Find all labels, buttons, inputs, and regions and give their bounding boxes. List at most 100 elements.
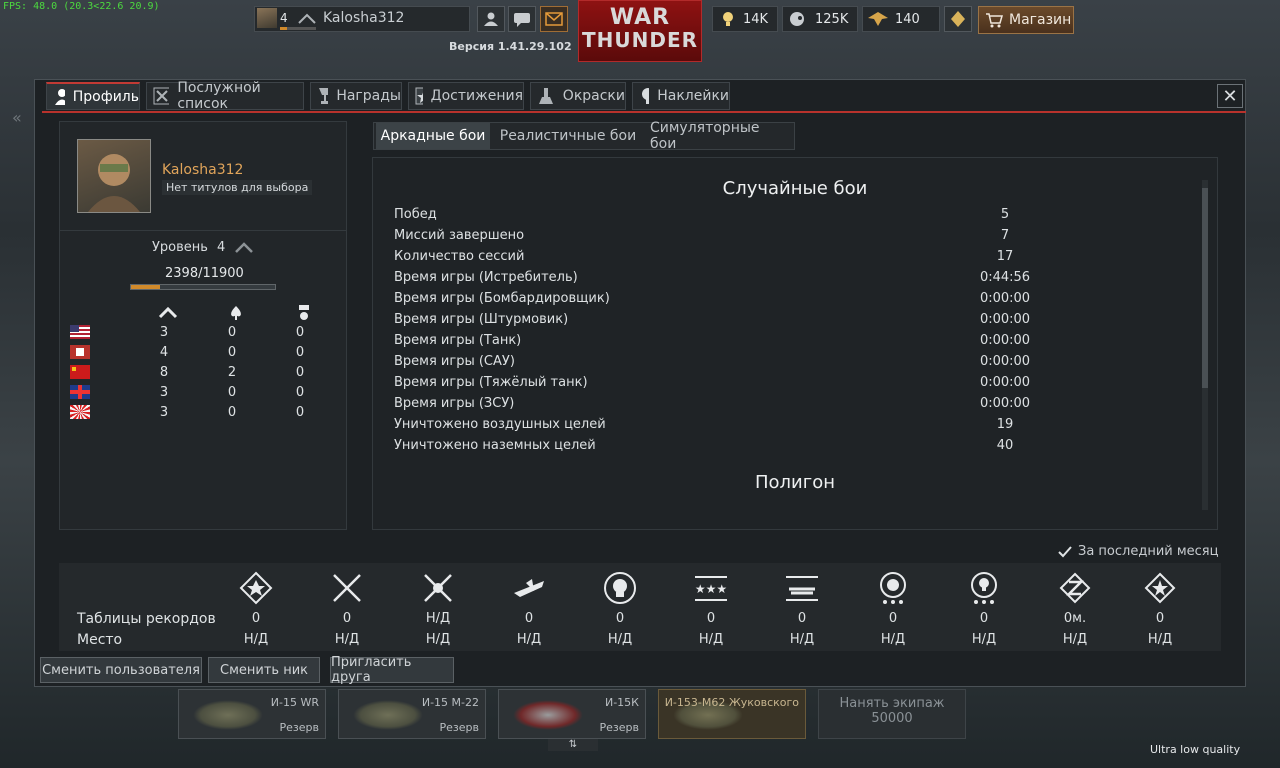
britain-medals: 0 — [295, 385, 305, 400]
version-label: Версия 1.41.29.102 — [449, 40, 572, 53]
research-points-value: 14K — [743, 11, 769, 27]
leaderboard-place: Н/Д — [1062, 632, 1088, 647]
tab-service-record[interactable]: Послужной список — [146, 80, 304, 112]
premium-button[interactable] — [944, 6, 972, 32]
shop-button[interactable]: Магазин — [978, 6, 1074, 34]
slot-switch-icon[interactable]: ⇅ — [548, 739, 598, 751]
chat-button[interactable] — [508, 6, 536, 32]
hire-crew-slot[interactable]: Нанять экипаж 50000 — [818, 689, 966, 739]
britain-rank: 3 — [159, 385, 169, 400]
lion-icon — [876, 571, 910, 605]
vehicle-slot[interactable]: И-153-М62 Жуковского — [658, 689, 806, 739]
quality-label: Ultra low quality — [1150, 743, 1241, 756]
stat-value: 0:00:00 — [979, 375, 1031, 390]
record-icon — [153, 87, 170, 105]
profile-title[interactable]: Нет титулов для выбора — [162, 180, 313, 195]
tab-realistic[interactable]: Реалистичные бои — [498, 123, 638, 149]
tab-decals[interactable]: Наклейки — [632, 82, 730, 110]
mail-button[interactable] — [540, 6, 568, 32]
stat-label: Побед — [394, 207, 437, 222]
stat-value: 0:00:00 — [979, 354, 1031, 369]
golden-eagles-box[interactable]: 140 — [862, 6, 940, 32]
stat-label: Время игры (Штурмовик) — [394, 312, 569, 327]
vehicle-status: Резерв — [439, 721, 479, 734]
left-arrow-icon[interactable]: « — [12, 108, 22, 127]
last-month-checkbox[interactable]: За последний месяц — [1058, 544, 1218, 559]
eagle-icon — [868, 12, 888, 26]
leaderboard-place: Н/Д — [880, 632, 906, 647]
xp-text: 2398/11900 — [165, 266, 244, 281]
stat-label: Уничтожено наземных целей — [394, 438, 596, 453]
vehicle-slot[interactable]: И-15К Резерв — [498, 689, 646, 739]
vehicle-status: Резерв — [279, 721, 319, 734]
avatar[interactable] — [77, 139, 151, 213]
victories-icon — [239, 571, 273, 605]
fps-counter: FPS: 48.0 (20.3<22.6 20.9) — [3, 1, 160, 12]
level-value: 4 — [217, 240, 226, 255]
stat-value: 40 — [996, 438, 1014, 453]
stat-value: 19 — [996, 417, 1014, 432]
change-nick-button[interactable]: Сменить ник — [208, 657, 320, 683]
xp-fill — [131, 285, 161, 289]
close-icon: ✕ — [1222, 85, 1238, 107]
tab-awards[interactable]: Награды — [310, 82, 402, 110]
war-thunder-logo: WAR THUNDER — [578, 0, 702, 62]
change-user-button[interactable]: Сменить пользователя — [40, 657, 202, 683]
leaderboard-value: 0 — [979, 611, 989, 626]
leaderboard-value: 0 — [524, 611, 534, 626]
section-title-random-battles: Случайные бои — [722, 178, 868, 199]
vehicle-slot[interactable]: И-15 М-22 Резерв — [338, 689, 486, 739]
japan-medals: 0 — [295, 405, 305, 420]
awards-icon — [319, 88, 329, 104]
usa-medals: 0 — [295, 325, 305, 340]
stat-label: Миссий завершено — [394, 228, 525, 243]
vehicle-slot[interactable]: И-15 WR Резерв — [178, 689, 326, 739]
close-button[interactable]: ✕ — [1217, 84, 1243, 108]
silver-lions-box: 125K — [782, 6, 858, 32]
invite-friend-button[interactable]: Пригласить друга — [330, 655, 454, 685]
stat-value: 0:00:00 — [979, 396, 1031, 411]
divider — [59, 230, 347, 231]
envelope-icon — [545, 12, 563, 26]
vehicle-name: И-15 М-22 — [421, 696, 479, 709]
japan-flag-icon — [70, 405, 90, 419]
tab-profile[interactable]: Профиль — [46, 82, 140, 110]
leaderboard-place: Н/Д — [971, 632, 997, 647]
decals-icon — [642, 88, 650, 104]
tab-simulator[interactable]: Симуляторные бои — [650, 120, 790, 152]
stat-value: 5 — [1000, 207, 1010, 222]
usa-flag-icon — [70, 325, 90, 339]
stat-value: 0:00:00 — [979, 333, 1031, 348]
leaderboard-place: Н/Д — [607, 632, 633, 647]
tab-achievements[interactable]: Достижения — [408, 82, 524, 110]
tab-skins[interactable]: Окраски — [530, 82, 626, 110]
ussr-rank: 8 — [159, 365, 169, 380]
vehicle-status: Резерв — [599, 721, 639, 734]
leaderboard-value: Н/Д — [425, 611, 451, 626]
logo-bottom-text: THUNDER — [581, 28, 699, 52]
stat-label: Время игры (САУ) — [394, 354, 515, 369]
tab-arcade[interactable]: Аркадные бои — [376, 123, 490, 149]
tab-service-record-label: Послужной список — [177, 80, 261, 112]
leaderboard-place: Н/Д — [334, 632, 360, 647]
contacts-button[interactable] — [477, 6, 505, 32]
lion-icon — [790, 12, 804, 26]
leaderboard-value: 0 — [888, 611, 898, 626]
username[interactable]: Kalosha312 — [323, 10, 404, 26]
chevron-up-icon — [298, 12, 316, 24]
tab-awards-label: Награды — [336, 88, 401, 104]
golden-eagles-value: 140 — [895, 11, 920, 27]
person-icon — [484, 12, 498, 26]
wings-icon — [785, 571, 819, 605]
stat-value: 7 — [1000, 228, 1010, 243]
stars-icon: ★★★ — [694, 571, 728, 605]
stat-label: Время игры (Истребитель) — [394, 270, 578, 285]
germany-flag-icon — [70, 345, 90, 359]
rank-chevron-icon — [158, 305, 178, 323]
plane-icon — [513, 700, 583, 730]
stat-label: Время игры (Бомбардировщик) — [394, 291, 610, 306]
rating-icon — [1143, 571, 1177, 605]
vehicle-name: И-15К — [604, 696, 639, 709]
stats-scroll-thumb[interactable] — [1202, 188, 1208, 388]
leaderboard-place: Н/Д — [698, 632, 724, 647]
